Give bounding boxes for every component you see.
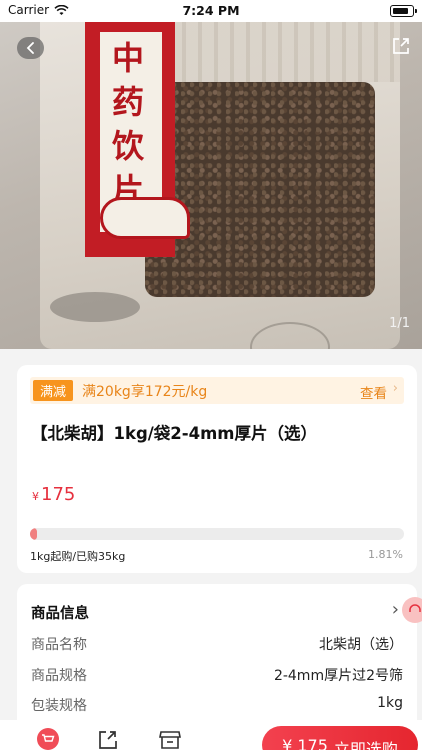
chevron-left-icon [26, 42, 34, 54]
info-title: 商品信息 [31, 606, 89, 622]
purchase-progress-fill [30, 528, 38, 540]
chevron-right-icon: › [392, 381, 398, 396]
buy-price: ¥ 175 [282, 736, 328, 750]
chevron-right-icon[interactable]: › [392, 599, 399, 620]
image-page-indicator: 1/1 [389, 316, 410, 331]
info-row-label: 商品规格 [31, 668, 87, 684]
bag-illustration [170, 22, 400, 82]
purchase-progress-bar [30, 528, 404, 540]
status-bar: Carrier 7:24 PM [0, 0, 422, 22]
store-button[interactable] [158, 728, 181, 750]
product-price: ¥175 [32, 484, 75, 505]
product-info-card[interactable]: 商品信息 › 商品名称 北柴胡（选） 商品规格 2-4mm厚片过2号筛 包装规格… [17, 584, 417, 734]
battery-icon [390, 5, 417, 17]
price-currency: ¥ [32, 490, 39, 503]
info-row-value: 北柴胡（选） [319, 637, 403, 653]
status-time: 7:24 PM [182, 3, 240, 18]
info-row-label: 商品名称 [31, 637, 87, 653]
info-row: 商品规格 2-4mm厚片过2号筛 [31, 665, 403, 685]
price-value: 175 [41, 484, 76, 505]
product-card: 满减 满20kg享172元/kg 查看 › 【北柴胡】1kg/袋2-4mm厚片（… [17, 365, 417, 573]
bag-label-text: 中药饮片 [112, 39, 145, 209]
buy-label: 立即选购 [333, 740, 398, 750]
product-image[interactable]: 中药饮片 [0, 22, 422, 349]
floating-service-button[interactable] [402, 597, 422, 623]
cart-icon [37, 728, 59, 750]
product-title: 【北柴胡】1kg/袋2-4mm厚片（选） [31, 424, 317, 443]
info-row-value: 2-4mm厚片过2号筛 [273, 668, 403, 684]
back-button[interactable] [17, 37, 44, 59]
promo-banner[interactable]: 满减 满20kg享172元/kg 查看 › [30, 377, 404, 404]
cloud-motif [100, 197, 190, 239]
share-icon [393, 38, 409, 54]
share-bottom-button[interactable] [97, 728, 119, 750]
headset-icon [409, 604, 421, 612]
scale-motif [50, 292, 140, 322]
store-icon [159, 731, 181, 749]
buy-now-button[interactable]: ¥ 175 立即选购 [262, 726, 418, 750]
progress-percent: 1.81% [368, 548, 403, 561]
promo-badge: 满减 [33, 380, 74, 401]
min-purchase-label: 1kg起购/已购35kg [30, 550, 126, 563]
promo-view-link[interactable]: 查看 [360, 382, 387, 402]
info-row-value: 1kg [377, 695, 403, 711]
share-button[interactable] [390, 35, 412, 57]
share-icon [99, 731, 117, 749]
info-row: 包装规格 1kg [31, 695, 403, 715]
info-row: 商品名称 北柴胡（选） [31, 634, 403, 654]
herb-window [145, 82, 375, 297]
promo-text: 满20kg享172元/kg [82, 383, 208, 400]
cart-button[interactable] [37, 728, 59, 750]
info-row-label: 包装规格 [31, 698, 87, 714]
